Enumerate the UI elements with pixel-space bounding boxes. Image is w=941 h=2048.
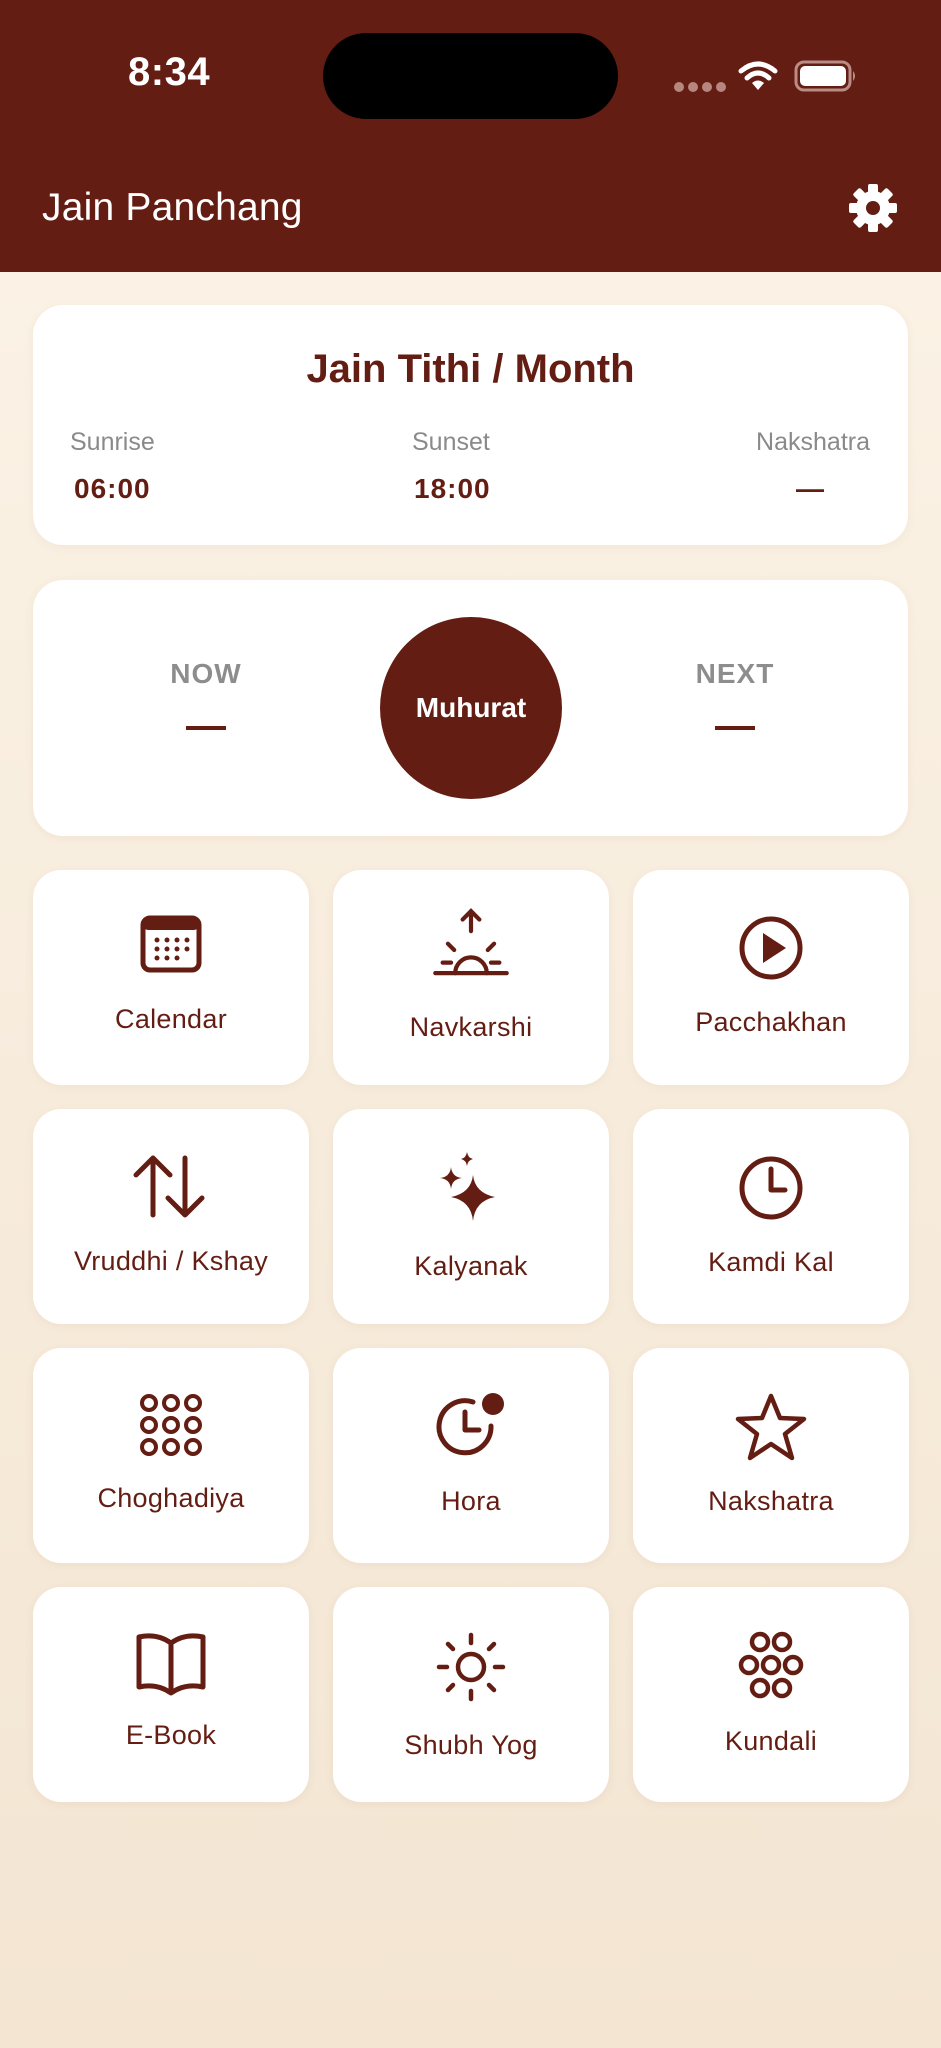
sunset-label: Sunset [412,428,490,456]
muhurat-label: Muhurat [415,692,527,723]
tile-hora[interactable]: Hora [333,1348,609,1563]
clock-icon [739,1156,803,1220]
sunrise-value: 06:00 [74,473,151,504]
tile-vruddhi-kshay[interactable]: Vruddhi / Kshay [33,1109,309,1324]
status-time: 8:34 [128,50,211,94]
sunset-value: 18:00 [414,473,491,504]
tile-label: Pacchakhan [695,1007,847,1037]
tile-label: Kamdi Kal [708,1247,834,1277]
tile-kamdi-kal[interactable]: Kamdi Kal [633,1109,909,1324]
clock-badge-icon [436,1393,504,1456]
dot-grid-icon [140,1394,202,1456]
tile-label: Shubh Yog [404,1730,538,1760]
muhurat-button[interactable]: Muhurat [380,617,562,799]
tile-shubh-yog[interactable]: Shubh Yog [333,1587,609,1802]
tile-label: E-Book [125,1720,217,1750]
now-label: NOW [170,658,242,689]
tile-label: Choghadiya [97,1483,245,1513]
tile-label: Nakshatra [708,1486,834,1516]
tile-label: Navkarshi [409,1012,533,1042]
gear-icon[interactable] [848,183,898,233]
muhurat-card: NOW Muhurat NEXT [33,580,908,836]
tithi-info-card: Jain Tithi / Month Sunrise 06:00 Sunset … [33,305,908,545]
dynamic-island [323,33,618,119]
tile-label: Kalyanak [414,1251,528,1281]
tile-calendar[interactable]: Calendar [33,870,309,1085]
tile-label: Kundali [724,1726,818,1756]
tile-kalyanak[interactable]: Kalyanak [333,1109,609,1324]
tile-choghadiya[interactable]: Choghadiya [33,1348,309,1563]
app-title: Jain Panchang [42,186,303,229]
next-label: NEXT [695,658,775,689]
battery-icon [794,60,855,92]
sparkles-icon [440,1152,495,1221]
tile-label: Vruddhi / Kshay [73,1246,269,1276]
star-icon [735,1393,807,1461]
sunrise-label: Sunrise [70,428,155,456]
tile-kundali[interactable]: Kundali [633,1587,909,1802]
nakshatra-value: — [796,473,825,504]
tile-e-book[interactable]: E-Book [33,1587,309,1802]
wifi-icon [738,61,778,90]
tile-nakshatra[interactable]: Nakshatra [633,1348,909,1563]
play-circle-icon [739,916,803,980]
circle-cluster-icon [738,1631,804,1699]
signal-icon [674,82,726,92]
tile-navkarshi[interactable]: Navkarshi [333,870,609,1085]
up-down-arrows-icon [133,1155,205,1218]
now-value-dash [186,726,226,730]
sunrise-icon [433,908,509,976]
sun-icon [436,1632,506,1702]
nakshatra-label: Nakshatra [756,428,870,456]
app-header: 8:34 Jain Panchang [0,0,941,272]
next-value-dash [715,726,755,730]
tithi-title: Jain Tithi / Month [306,347,635,391]
tile-label: Hora [441,1486,501,1516]
calendar-icon [140,915,202,973]
tile-pacchakhan[interactable]: Pacchakhan [633,870,909,1085]
book-icon [136,1633,206,1696]
tile-label: Calendar [115,1004,227,1034]
